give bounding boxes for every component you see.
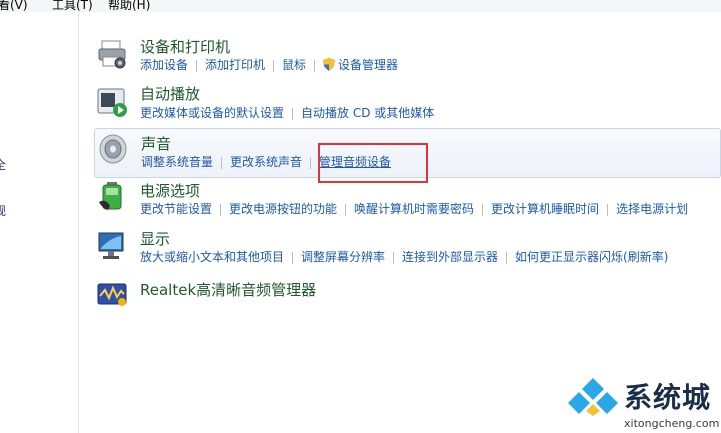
- left-navigation-pane: 全 规: [0, 12, 79, 433]
- watermark-url: xitongcheng.com: [624, 417, 720, 430]
- adjust-resolution-link[interactable]: 调整屏幕分辨率: [301, 248, 385, 265]
- separator: [220, 203, 222, 216]
- category-title[interactable]: 显示: [140, 228, 170, 249]
- mouse-link[interactable]: 鼠标: [282, 56, 306, 73]
- change-sleep-time-link[interactable]: 更改计算机睡眠时间: [491, 200, 599, 217]
- separator: [273, 59, 275, 72]
- category-devices-printers: 设备和打印机 添加设备 添加打印机 鼠标 设备管理器: [94, 34, 719, 74]
- category-display: 显示 放大或缩小文本和其他项目 调整屏幕分辨率 连接到外部显示器 如何更正显示器闪烁(…: [94, 228, 719, 268]
- separator: [314, 59, 316, 72]
- category-title[interactable]: 电源选项: [140, 180, 200, 201]
- autoplay-icon: [97, 88, 127, 117]
- menu-view[interactable]: 查看(V): [0, 0, 28, 12]
- menu-help[interactable]: 帮助(H): [108, 0, 150, 12]
- separator: [221, 156, 223, 169]
- highlight-box: [318, 143, 428, 183]
- category-title[interactable]: 声音: [141, 133, 171, 154]
- category-realtek-audio: Realtek高清晰音频管理器: [94, 276, 719, 312]
- adjust-volume-link[interactable]: 调整系统音量: [141, 153, 213, 170]
- add-printer-link[interactable]: 添加打印机: [205, 56, 265, 73]
- make-text-larger-smaller-link[interactable]: 放大或缩小文本和其他项目: [140, 248, 284, 265]
- left-pane-item[interactable]: 规: [0, 202, 6, 219]
- watermark-brand: 系统城: [624, 381, 712, 414]
- menu-bar: 查看(V) 工具(T) 帮助(H): [0, 0, 721, 12]
- uac-shield-icon: [323, 58, 336, 71]
- change-power-buttons-link[interactable]: 更改电源按钮的功能: [229, 200, 337, 217]
- category-title[interactable]: 自动播放: [140, 83, 200, 104]
- category-autoplay: 自动播放 更改媒体或设备的默认设置 自动播放 CD 或其他媒体: [94, 82, 719, 122]
- watermark: 系统城 xitongcheng.com: [566, 374, 720, 432]
- watermark-logo-icon: [568, 378, 618, 416]
- separator: [196, 59, 198, 72]
- separator: [482, 203, 484, 216]
- separator: [506, 251, 508, 264]
- separator: [292, 251, 294, 264]
- category-title[interactable]: 设备和打印机: [140, 36, 230, 57]
- autoplay-cd-link[interactable]: 自动播放 CD 或其他媒体: [301, 104, 434, 121]
- battery-icon: [99, 182, 122, 210]
- separator: [393, 251, 395, 264]
- monitor-icon: [98, 232, 124, 259]
- separator: [310, 156, 312, 169]
- devices-printer-icon: [98, 40, 126, 69]
- require-password-on-wake-link[interactable]: 唤醒计算机时需要密码: [354, 200, 474, 217]
- choose-power-plan-link[interactable]: 选择电源计划: [616, 200, 688, 217]
- change-system-sounds-link[interactable]: 更改系统声音: [230, 153, 302, 170]
- menu-tools[interactable]: 工具(T): [52, 0, 93, 12]
- add-device-link[interactable]: 添加设备: [140, 56, 188, 73]
- realtek-audio-icon: [97, 283, 127, 306]
- device-manager-link[interactable]: 设备管理器: [338, 56, 398, 73]
- connect-external-display-link[interactable]: 连接到外部显示器: [402, 248, 498, 265]
- change-power-saving-link[interactable]: 更改节能设置: [140, 200, 212, 217]
- change-default-media-settings-link[interactable]: 更改媒体或设备的默认设置: [140, 104, 284, 121]
- category-power-options: 电源选项 更改节能设置 更改电源按钮的功能 唤醒计算机时需要密码 更改计算机睡眠时间选…: [94, 178, 719, 218]
- left-pane-item[interactable]: 全: [0, 156, 6, 173]
- category-title[interactable]: Realtek高清晰音频管理器: [140, 279, 316, 300]
- fix-flicker-refresh-rate-link[interactable]: 如何更正显示器闪烁(刷新率): [515, 248, 668, 265]
- speaker-icon: [99, 134, 127, 164]
- separator: [607, 203, 609, 216]
- separator: [292, 107, 294, 120]
- separator: [345, 203, 347, 216]
